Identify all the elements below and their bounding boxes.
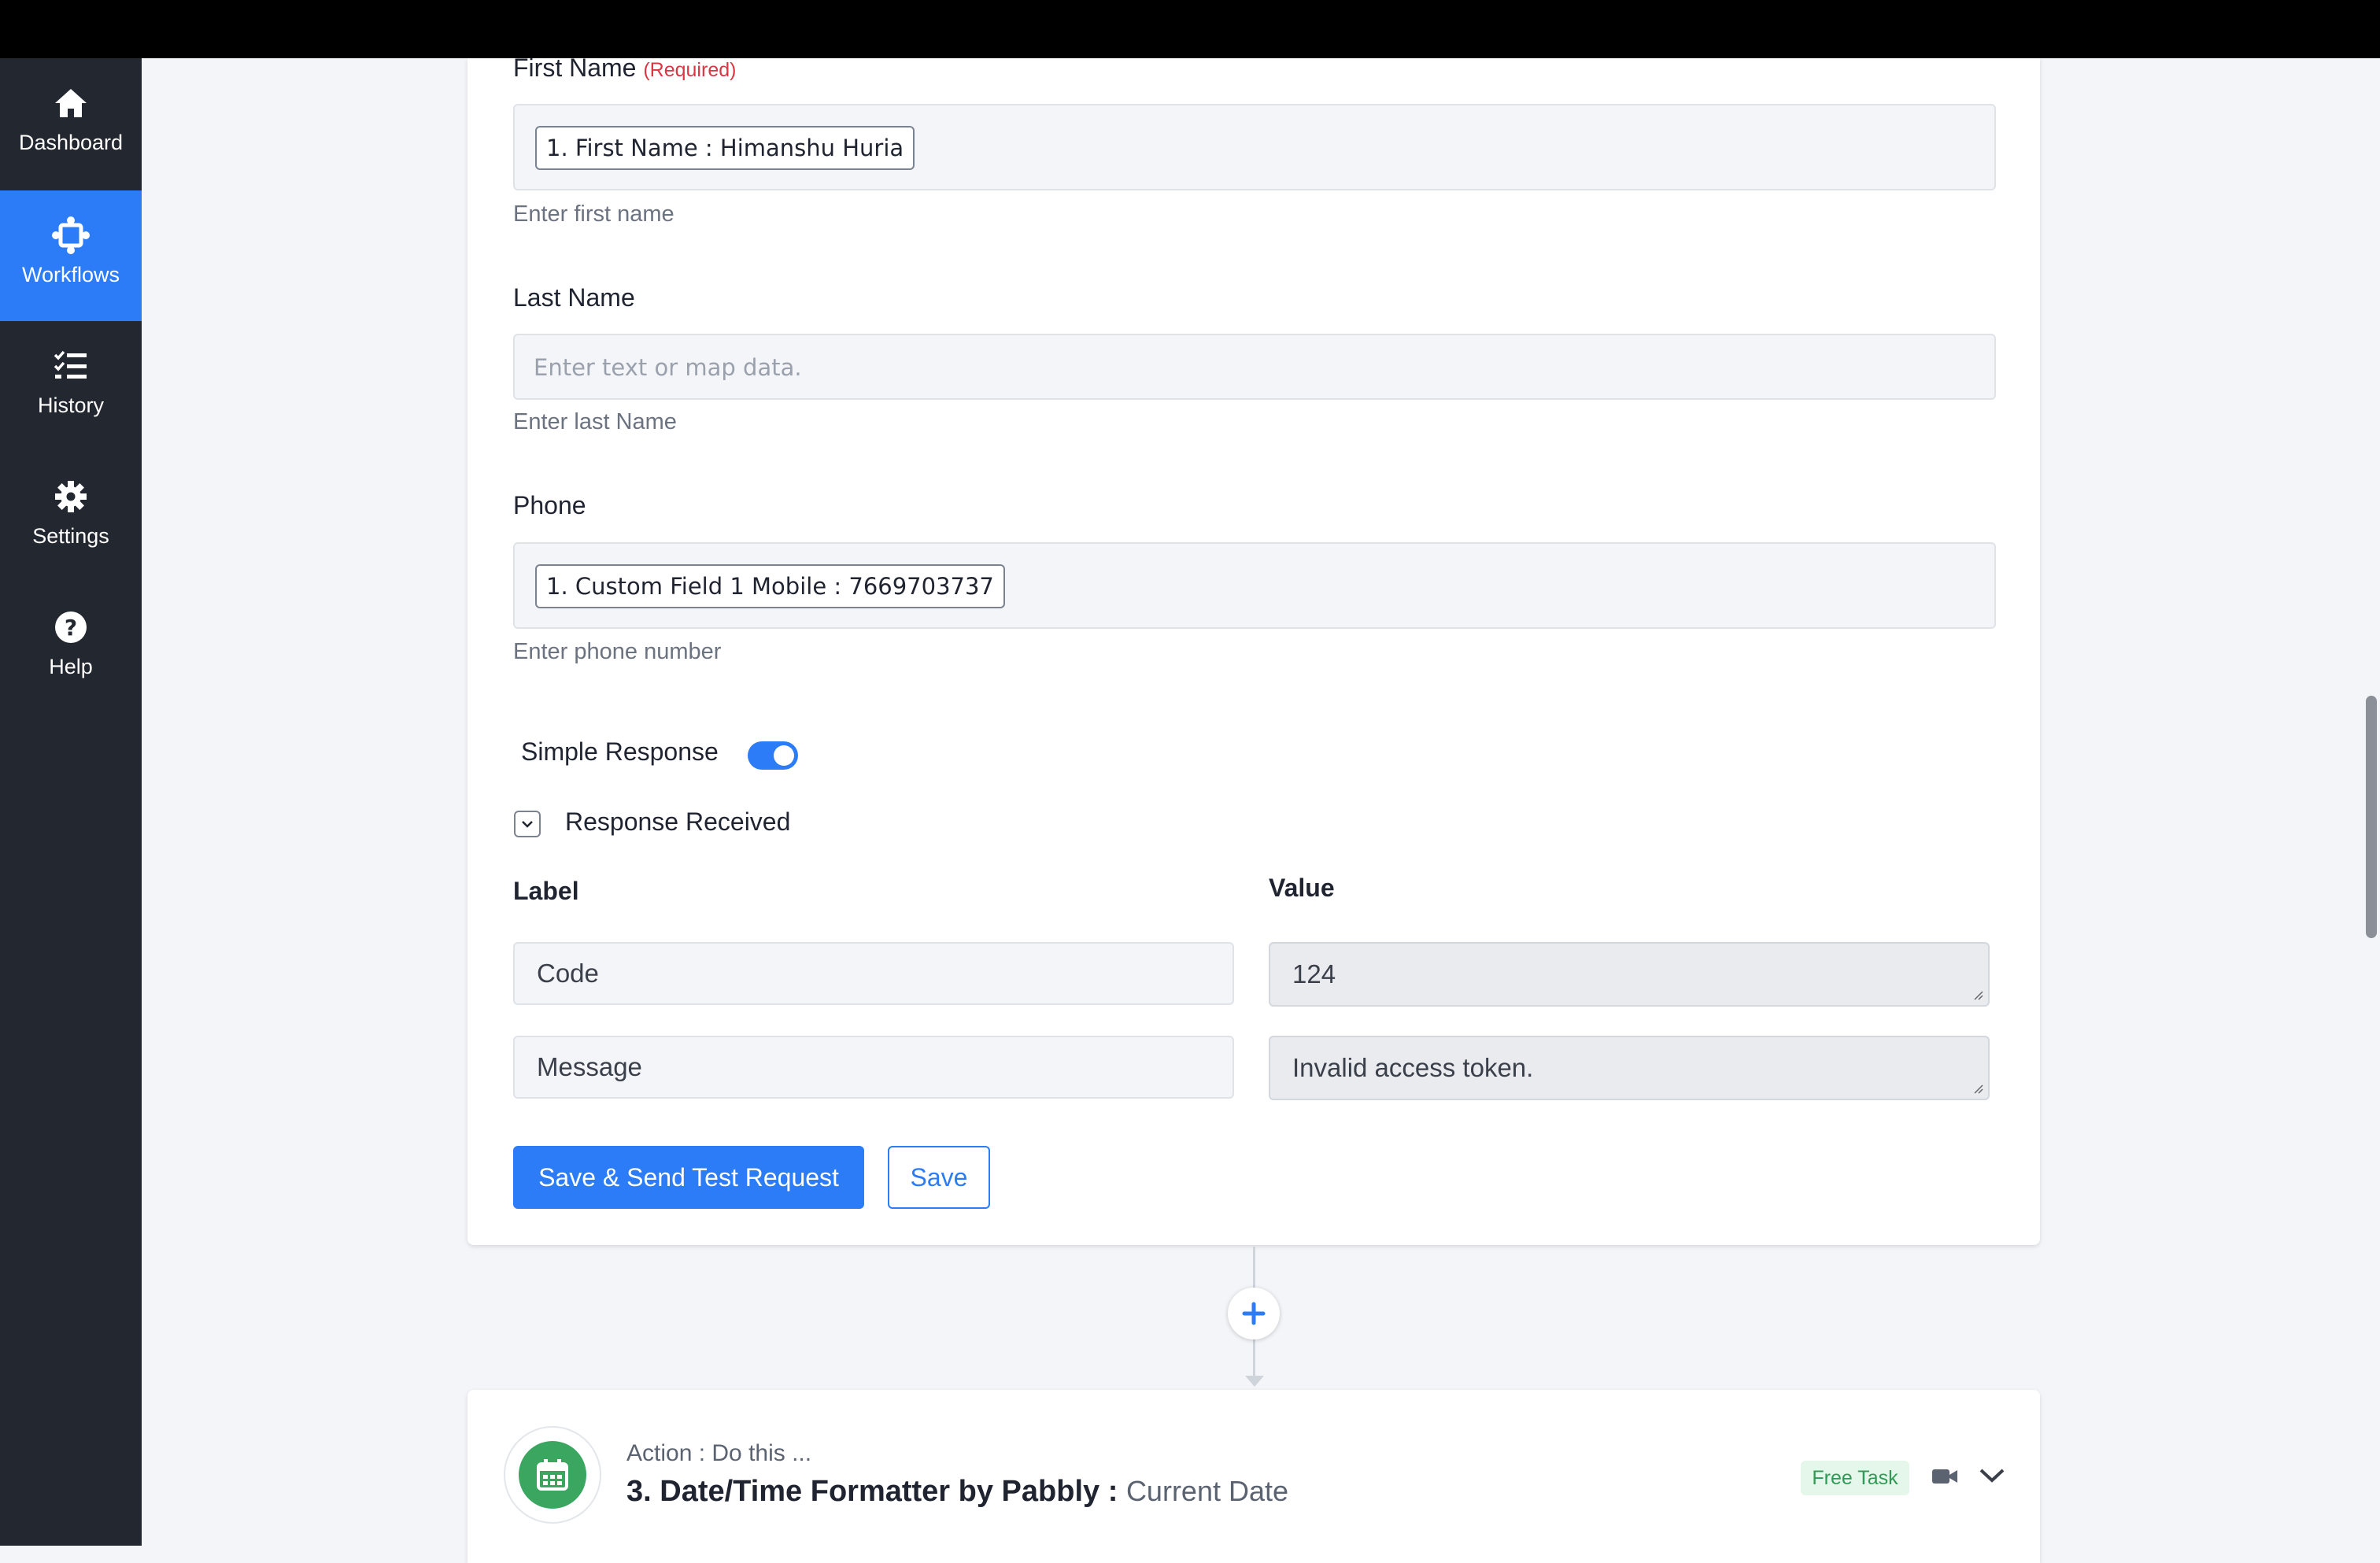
last-name-field[interactable]: Enter text or map data. [513,334,1996,400]
response-value-text: 124 [1292,959,1336,988]
chevron-down-icon [522,821,533,828]
free-task-badge: Free Task [1801,1461,1909,1495]
sidebar-item-history[interactable]: History [0,321,142,452]
save-send-test-button[interactable]: Save & Send Test Request [513,1146,864,1209]
label-column-header: Label [513,877,579,905]
add-step-button[interactable] [1228,1288,1280,1339]
video-icon[interactable] [1931,1467,1958,1486]
response-received-label: Response Received [565,807,791,836]
sidebar-item-label: Help [49,655,93,678]
phone-help: Enter phone number [513,639,722,664]
mapped-field-chip[interactable]: 1. First Name : Himanshu Huria [535,126,915,170]
phone-label: Phone [513,491,586,519]
toggle-knob [774,745,794,766]
first-name-label: First Name (Required) [513,54,737,82]
connector-line [1253,1247,1255,1288]
sidebar-item-label: Dashboard [18,131,124,154]
mapped-field-chip[interactable]: 1. Custom Field 1 Mobile : 7669703737 [535,564,1005,608]
phone-field[interactable]: 1. Custom Field 1 Mobile : 7669703737 [513,542,1996,629]
sidebar: Dashboard Workflows History Settings ? H… [0,58,142,1546]
resize-handle-icon[interactable] [1972,989,1983,1000]
response-value-text: Invalid access token. [1292,1053,1534,1082]
plus-icon [1242,1302,1266,1325]
resize-handle-icon[interactable] [1972,1083,1983,1094]
chevron-down-icon[interactable] [1979,1467,2005,1484]
help-icon: ? [0,606,142,648]
sidebar-item-workflows[interactable]: Workflows [0,190,142,321]
step-subtitle: Action : Do this ... [626,1440,812,1466]
home-icon [0,82,142,124]
connector-line [1253,1339,1255,1377]
value-column-header: Value [1269,874,1335,902]
connector-arrow-icon [1245,1376,1264,1387]
workflows-icon [0,214,142,257]
top-black-bar [0,0,2380,58]
sidebar-item-help[interactable]: ? Help [0,582,142,713]
sidebar-item-label: History [37,394,104,417]
simple-response-toggle[interactable] [748,741,798,770]
history-icon [0,345,142,387]
step-title: 3. Date/Time Formatter by Pabbly : Curre… [626,1475,1289,1508]
gear-icon [0,475,142,518]
save-button[interactable]: Save [888,1146,990,1209]
last-name-placeholder: Enter text or map data. [534,354,802,381]
sidebar-item-settings[interactable]: Settings [0,452,142,582]
response-value-textarea[interactable]: Invalid access token. [1269,1036,1990,1100]
sidebar-item-dashboard[interactable]: Dashboard [0,58,142,189]
sidebar-item-label: Settings [32,524,109,548]
step-event: Current Date [1125,1475,1289,1507]
required-indicator: (Required) [643,59,737,81]
scrollbar-thumb[interactable] [2366,696,2377,938]
first-name-field[interactable]: 1. First Name : Himanshu Huria [513,104,1996,190]
last-name-help: Enter last Name [513,409,677,434]
first-name-help: Enter first name [513,201,674,227]
response-received-toggle[interactable] [514,811,541,837]
sidebar-item-label: Workflows [21,263,120,286]
calendar-icon [537,1459,568,1491]
response-value-textarea[interactable]: 124 [1269,942,1990,1007]
svg-text:?: ? [65,615,77,641]
response-label-input[interactable]: Message [513,1036,1234,1099]
last-name-label: Last Name [513,283,635,312]
response-label-input[interactable]: Code [513,942,1234,1005]
simple-response-label: Simple Response [521,737,719,766]
app-icon [504,1426,601,1524]
